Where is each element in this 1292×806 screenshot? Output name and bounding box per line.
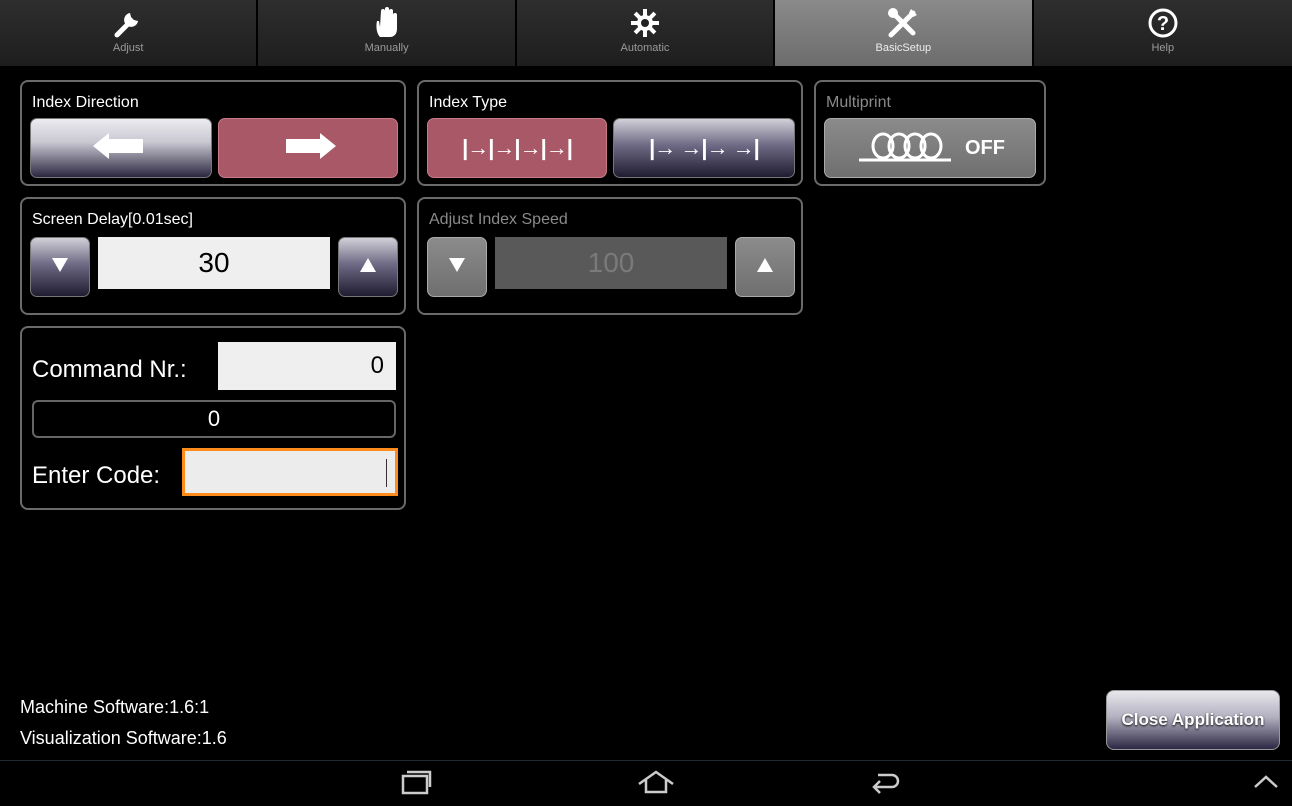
index-speed-value-text: 100	[587, 247, 635, 278]
tab-label: Help	[1151, 42, 1175, 54]
text-cursor	[386, 459, 387, 487]
home-button[interactable]	[626, 765, 686, 803]
arrow-left-icon	[91, 131, 151, 166]
screen-delay-panel: Screen Delay[0.01sec] 30	[20, 197, 406, 315]
back-icon	[868, 769, 904, 800]
system-nav-bar	[0, 760, 1292, 806]
screen-delay-decrease-button[interactable]	[30, 237, 90, 297]
tab-basicsetup[interactable]: BasicSetup	[775, 0, 1034, 66]
tab-manually[interactable]: Manually	[258, 0, 517, 66]
index-speed-decrease-button[interactable]	[427, 237, 487, 297]
svg-text:?: ?	[1157, 13, 1169, 35]
triangle-down-icon	[51, 257, 69, 278]
chevron-up-icon	[1252, 774, 1280, 795]
triangle-up-icon	[756, 257, 774, 278]
panel-title: Multiprint	[826, 94, 891, 111]
triangle-up-icon	[359, 257, 377, 278]
tab-label: BasicSetup	[875, 42, 932, 54]
tab-label: Manually	[364, 42, 409, 54]
multiprint-state: OFF	[965, 136, 1005, 159]
back-button[interactable]	[856, 765, 916, 803]
panel-title: Adjust Index Speed	[429, 211, 568, 228]
multiprint-toggle-button[interactable]: OFF	[824, 118, 1036, 178]
tab-label: Automatic	[620, 42, 670, 54]
command-result-value: 0	[207, 406, 221, 431]
direction-left-button[interactable]	[30, 118, 212, 178]
visualization-software-version: Visualization Software:1.6	[20, 728, 227, 748]
index-type-paired-button[interactable]: |→ →|→ →|	[613, 118, 795, 178]
enter-code-label: Enter Code:	[32, 462, 161, 489]
tab-adjust[interactable]: Adjust	[0, 0, 259, 66]
recent-apps-button[interactable]	[386, 765, 446, 803]
tab-label: Adjust	[112, 42, 144, 54]
index-type-continuous-button[interactable]: |→|→|→|→|	[427, 118, 607, 178]
wrench-icon	[110, 6, 146, 40]
help-icon: ?	[1145, 6, 1181, 40]
multiprint-loops-icon	[855, 128, 955, 169]
home-icon	[636, 769, 676, 799]
tab-automatic[interactable]: Automatic	[516, 0, 776, 66]
screen-delay-increase-button[interactable]	[338, 237, 398, 297]
panel-title: Index Direction	[32, 94, 139, 111]
recent-apps-icon	[400, 769, 432, 800]
arrow-right-icon	[278, 131, 338, 166]
index-type-paired-label: |→ →|→ →|	[649, 135, 760, 160]
screen-delay-value-text: 30	[198, 247, 230, 278]
nav-menu-button[interactable]	[1236, 765, 1292, 803]
index-type-panel: Index Type |→|→|→|→| |→ →|→ →|	[417, 80, 803, 186]
index-type-continuous-label: |→|→|→|→|	[462, 135, 573, 160]
panel-title: Index Type	[429, 94, 507, 111]
command-panel: Command Nr.: 0 0 Enter Code:	[20, 326, 406, 510]
index-direction-panel: Index Direction	[20, 80, 406, 186]
top-tab-bar: Adjust Manually Automatic BasicSetup ? H…	[0, 0, 1292, 66]
close-application-button[interactable]: Close Application	[1106, 690, 1280, 750]
command-label: Command Nr.:	[32, 356, 187, 383]
index-speed-value: 100	[495, 237, 727, 289]
direction-right-button[interactable]	[218, 118, 398, 178]
enter-code-input[interactable]	[182, 448, 398, 496]
command-number-field[interactable]: 0	[218, 342, 396, 390]
gear-icon	[627, 6, 663, 40]
index-speed-increase-button[interactable]	[735, 237, 795, 297]
hand-icon	[369, 6, 405, 40]
tab-help[interactable]: ? Help	[1033, 0, 1292, 66]
multiprint-panel: Multiprint OFF	[814, 80, 1046, 186]
command-number-value: 0	[370, 352, 384, 379]
panel-title: Screen Delay[0.01sec]	[32, 211, 193, 228]
machine-software-version: Machine Software:1.6:1	[20, 697, 210, 717]
command-result-field: 0	[32, 400, 396, 438]
screen-delay-value[interactable]: 30	[98, 237, 330, 289]
triangle-down-icon	[448, 257, 466, 278]
adjust-index-speed-panel: Adjust Index Speed 100	[417, 197, 803, 315]
tools-icon	[885, 6, 921, 40]
